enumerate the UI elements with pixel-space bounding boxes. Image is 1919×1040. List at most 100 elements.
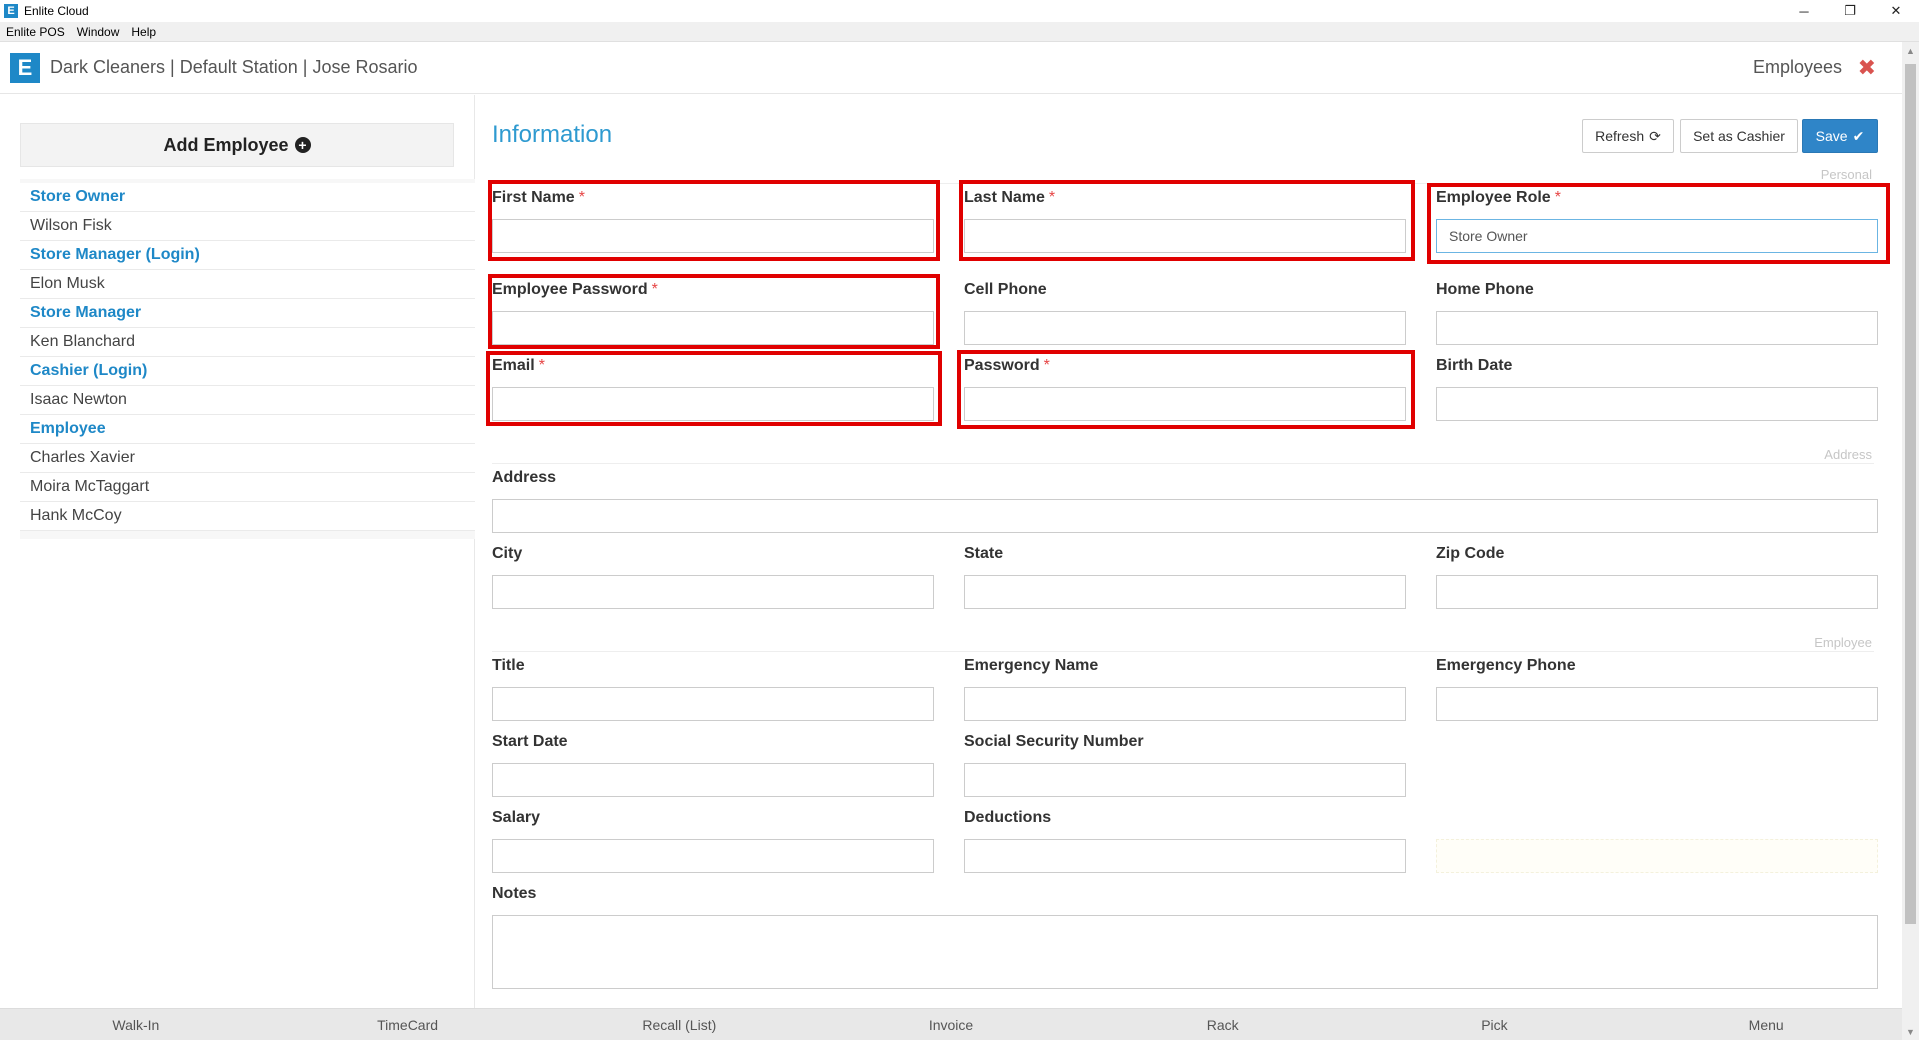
restore-button[interactable]: ❐ <box>1827 0 1873 22</box>
start-date-input[interactable] <box>492 763 934 797</box>
zip-code-input[interactable] <box>1436 575 1878 609</box>
section-divider <box>492 651 1874 652</box>
emergency-name-input[interactable] <box>964 687 1406 721</box>
section-label-address: Address <box>1824 447 1872 462</box>
state-group: State <box>964 545 1406 609</box>
nav-timecard[interactable]: TimeCard <box>272 1009 544 1040</box>
add-employee-label: Add Employee <box>163 134 289 155</box>
cell-phone-input[interactable] <box>964 311 1406 345</box>
close-section-icon[interactable]: ✖ <box>1858 55 1876 81</box>
form-title: Information <box>492 121 613 148</box>
header-context: Dark Cleaners | Default Station | Jose R… <box>50 57 418 77</box>
list-item[interactable]: Hank McCoy <box>20 502 475 531</box>
employee-form: Information Refresh ⟳ Set as Cashier Sav… <box>476 95 1902 1008</box>
home-phone-group: Home Phone <box>1436 281 1878 345</box>
required-highlight-first-name <box>488 180 940 261</box>
refresh-button[interactable]: Refresh ⟳ <box>1582 119 1674 153</box>
employee-list: Store Owner Wilson Fisk Store Manager (L… <box>20 179 475 539</box>
cell-phone-label: Cell Phone <box>964 281 1047 298</box>
state-label: State <box>964 545 1004 562</box>
window-titlebar: E Enlite Cloud ─ ❐ ✕ <box>0 0 1919 22</box>
menu-enlite-pos[interactable]: Enlite POS <box>0 25 71 39</box>
city-input[interactable] <box>492 575 934 609</box>
emergency-phone-label: Emergency Phone <box>1436 657 1576 674</box>
section-divider <box>492 463 1874 464</box>
scroll-down-icon[interactable]: ▼ <box>1902 1023 1919 1040</box>
city-label: City <box>492 545 523 562</box>
birth-date-input[interactable] <box>1436 387 1878 421</box>
plus-circle-icon: + <box>294 137 311 153</box>
deductions-group: Deductions <box>964 809 1406 873</box>
address-group: Address <box>492 469 1878 533</box>
menu-window[interactable]: Window <box>71 25 126 39</box>
birth-date-group: Birth Date <box>1436 357 1878 421</box>
cell-phone-group: Cell Phone <box>964 281 1406 345</box>
title-input[interactable] <box>492 687 934 721</box>
save-button[interactable]: Save ✔ <box>1802 119 1878 153</box>
list-item[interactable]: Wilson Fisk <box>20 212 475 241</box>
list-group-cashier-login: Cashier (Login) <box>20 357 475 386</box>
ssn-group: Social Security Number <box>964 733 1406 797</box>
emergency-name-group: Emergency Name <box>964 657 1406 721</box>
nav-invoice[interactable]: Invoice <box>815 1009 1087 1040</box>
bottom-navigation: Walk-In TimeCard Recall (List) Invoice R… <box>0 1008 1902 1040</box>
deductions-input[interactable] <box>964 839 1406 873</box>
zip-code-label: Zip Code <box>1436 545 1505 562</box>
section-title: Employees <box>1752 57 1842 77</box>
nav-walk-in[interactable]: Walk-In <box>0 1009 272 1040</box>
state-input[interactable] <box>964 575 1406 609</box>
list-item[interactable]: Ken Blanchard <box>20 328 475 357</box>
nav-menu[interactable]: Menu <box>1630 1009 1902 1040</box>
ssn-label: Social Security Number <box>964 733 1144 750</box>
home-phone-input[interactable] <box>1436 311 1878 345</box>
ssn-input[interactable] <box>964 763 1406 797</box>
notes-textarea[interactable] <box>492 915 1878 989</box>
menu-help[interactable]: Help <box>125 25 162 39</box>
notes-label: Notes <box>492 885 537 902</box>
employee-sidebar: Add Employee + Store Owner Wilson Fisk S… <box>0 95 475 1008</box>
set-as-cashier-label: Set as Cashier <box>1693 128 1785 144</box>
list-item[interactable]: Moira McTaggart <box>20 473 475 502</box>
required-highlight-employee-password <box>488 274 940 349</box>
zip-code-group: Zip Code <box>1436 545 1878 609</box>
nav-pick[interactable]: Pick <box>1359 1009 1631 1040</box>
nav-rack[interactable]: Rack <box>1087 1009 1359 1040</box>
refresh-icon: ⟳ <box>1649 127 1661 144</box>
brand-logo-icon: E <box>10 52 40 83</box>
required-highlight-last-name <box>959 180 1415 261</box>
address-input[interactable] <box>492 499 1878 533</box>
required-highlight-password <box>957 350 1415 429</box>
list-item[interactable]: Elon Musk <box>20 270 475 299</box>
minimize-button[interactable]: ─ <box>1781 0 1827 22</box>
home-phone-label: Home Phone <box>1436 281 1534 298</box>
start-date-label: Start Date <box>492 733 568 750</box>
nav-recall-list[interactable]: Recall (List) <box>543 1009 815 1040</box>
vertical-scrollbar[interactable]: ▲ ▼ <box>1902 42 1919 1040</box>
address-label: Address <box>492 469 557 486</box>
close-window-button[interactable]: ✕ <box>1873 0 1919 22</box>
window-controls: ─ ❐ ✕ <box>1781 0 1919 22</box>
list-item[interactable]: Isaac Newton <box>20 386 475 415</box>
salary-group: Salary <box>492 809 934 873</box>
save-label: Save <box>1815 128 1848 144</box>
section-label-employee: Employee <box>1814 635 1872 650</box>
list-item[interactable]: Charles Xavier <box>20 444 475 473</box>
checkmark-icon: ✔ <box>1852 127 1865 144</box>
refresh-label: Refresh <box>1595 128 1645 144</box>
scroll-thumb[interactable] <box>1905 64 1916 924</box>
add-employee-button[interactable]: Add Employee + <box>20 123 454 167</box>
title-label: Title <box>492 657 525 674</box>
salary-input[interactable] <box>492 839 934 873</box>
set-as-cashier-button[interactable]: Set as Cashier <box>1680 119 1798 153</box>
app-header: E Dark Cleaners | Default Station | Jose… <box>0 42 1902 94</box>
menubar: Enlite POS Window Help <box>0 22 1919 42</box>
deductions-label: Deductions <box>964 809 1052 826</box>
window-title: Enlite Cloud <box>24 4 89 18</box>
salary-label: Salary <box>492 809 541 826</box>
emergency-phone-input[interactable] <box>1436 687 1878 721</box>
list-group-employee: Employee <box>20 415 475 444</box>
scroll-up-icon[interactable]: ▲ <box>1902 42 1919 59</box>
list-group-store-owner: Store Owner <box>20 183 475 212</box>
required-highlight-email <box>486 351 942 426</box>
emergency-phone-group: Emergency Phone <box>1436 657 1878 721</box>
